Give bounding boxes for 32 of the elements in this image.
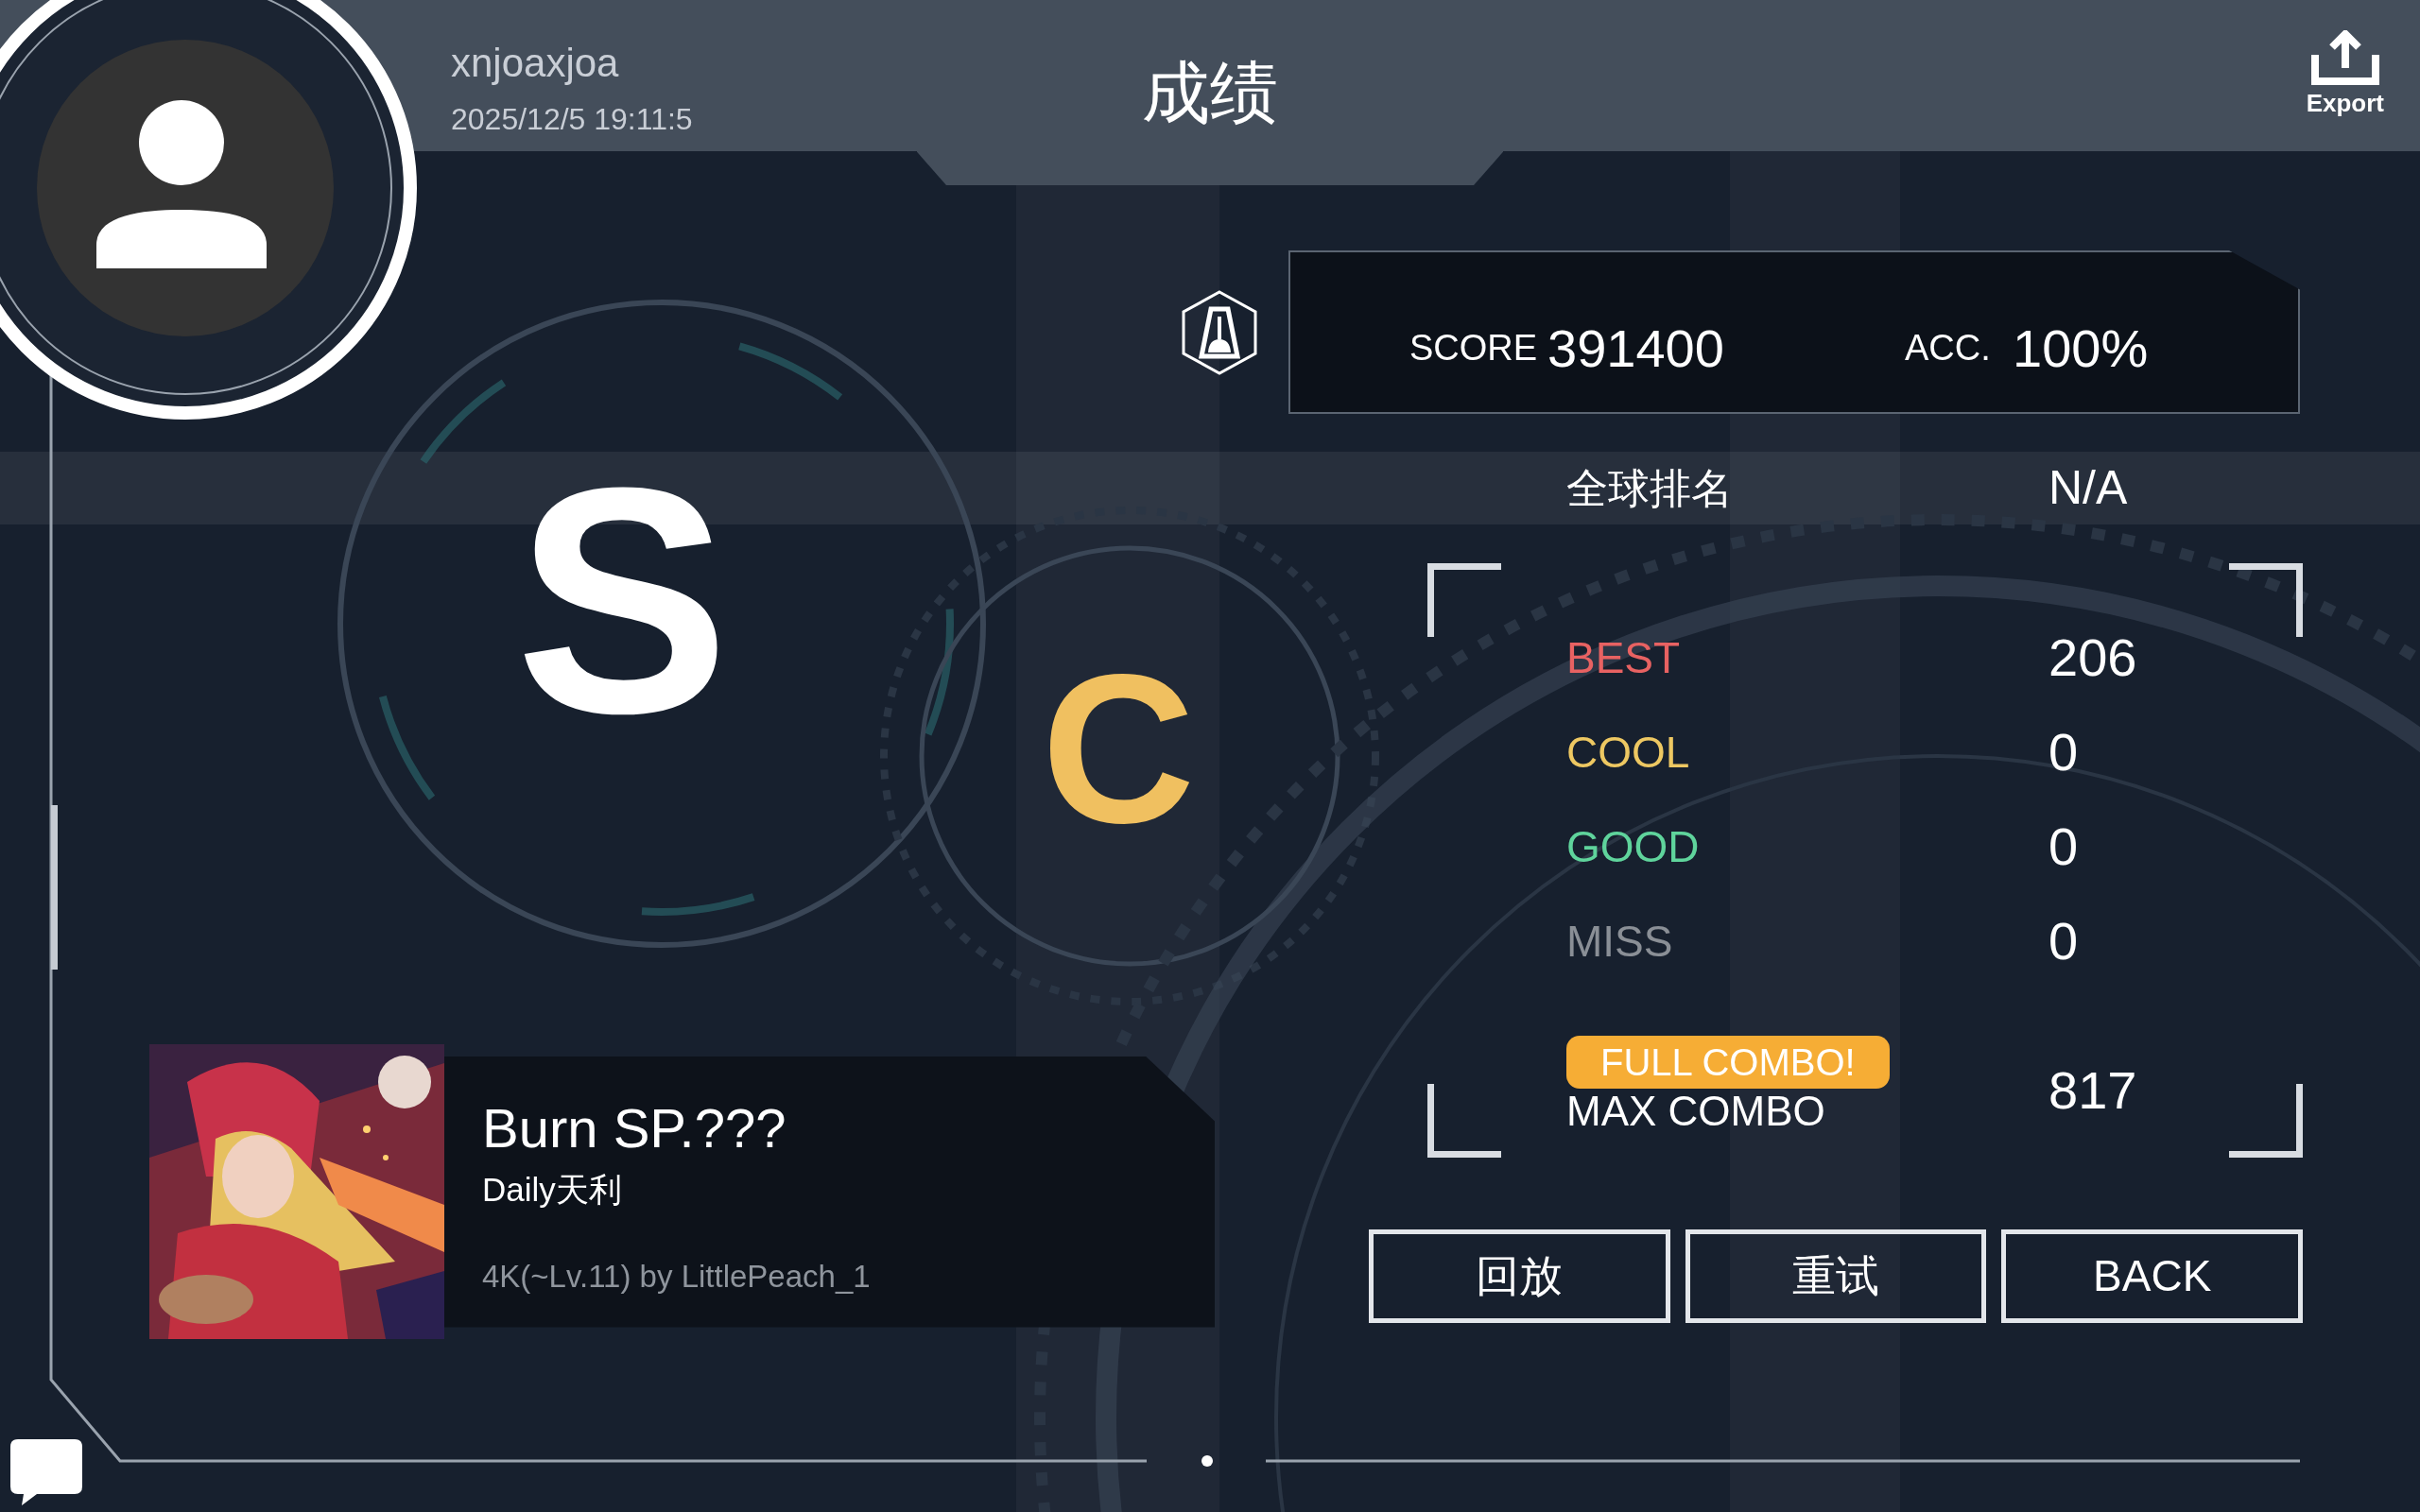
export-button[interactable]: Export	[2306, 30, 2384, 185]
song-artist: Daily天利	[482, 1170, 623, 1211]
chart-info: 4K(~Lv.11) by LittlePeach_1	[482, 1257, 872, 1296]
upload-icon	[2310, 30, 2379, 85]
judgement-count: 0	[2048, 721, 2079, 783]
judgement-count: 0	[2048, 910, 2079, 972]
judgement-label: BEST	[1566, 631, 1682, 684]
full-combo-badge: FULL COMBO!	[1566, 1036, 1890, 1089]
rank-letter: S	[515, 439, 730, 761]
action-button[interactable]: 重试	[1685, 1229, 1987, 1323]
action-button[interactable]: 回放	[1369, 1229, 1670, 1323]
action-button[interactable]: BACK	[2001, 1229, 2303, 1323]
judgement-label: COOL	[1566, 726, 1691, 779]
song-title: Burn SP.???	[482, 1097, 787, 1159]
chat-icon[interactable]	[10, 1439, 82, 1505]
score-label: SCORE	[1409, 327, 1539, 369]
global-rank-value: N/A	[2048, 460, 2128, 516]
judgement-count: 0	[2048, 816, 2079, 878]
judgement-count: 206	[2048, 627, 2137, 689]
max-combo-label: MAX COMBO	[1566, 1089, 1826, 1135]
timestamp: 2025/12/5 19:11:5	[451, 101, 694, 139]
accuracy-label: ACC.	[1905, 327, 1992, 369]
score-value: 391400	[1547, 317, 1725, 380]
max-combo-value: 817	[2048, 1059, 2137, 1123]
rank-letter: C	[1041, 643, 1196, 855]
username: xnjoaxjoa	[451, 42, 620, 86]
judgement-label: GOOD	[1566, 820, 1701, 873]
metronome-icon	[1181, 289, 1258, 375]
page-title: 成绩	[1142, 59, 1278, 130]
judgement-label: MISS	[1566, 915, 1674, 968]
global-rank-label: 全球排名	[1566, 463, 1734, 513]
accuracy-value: 100%	[2013, 317, 2149, 380]
